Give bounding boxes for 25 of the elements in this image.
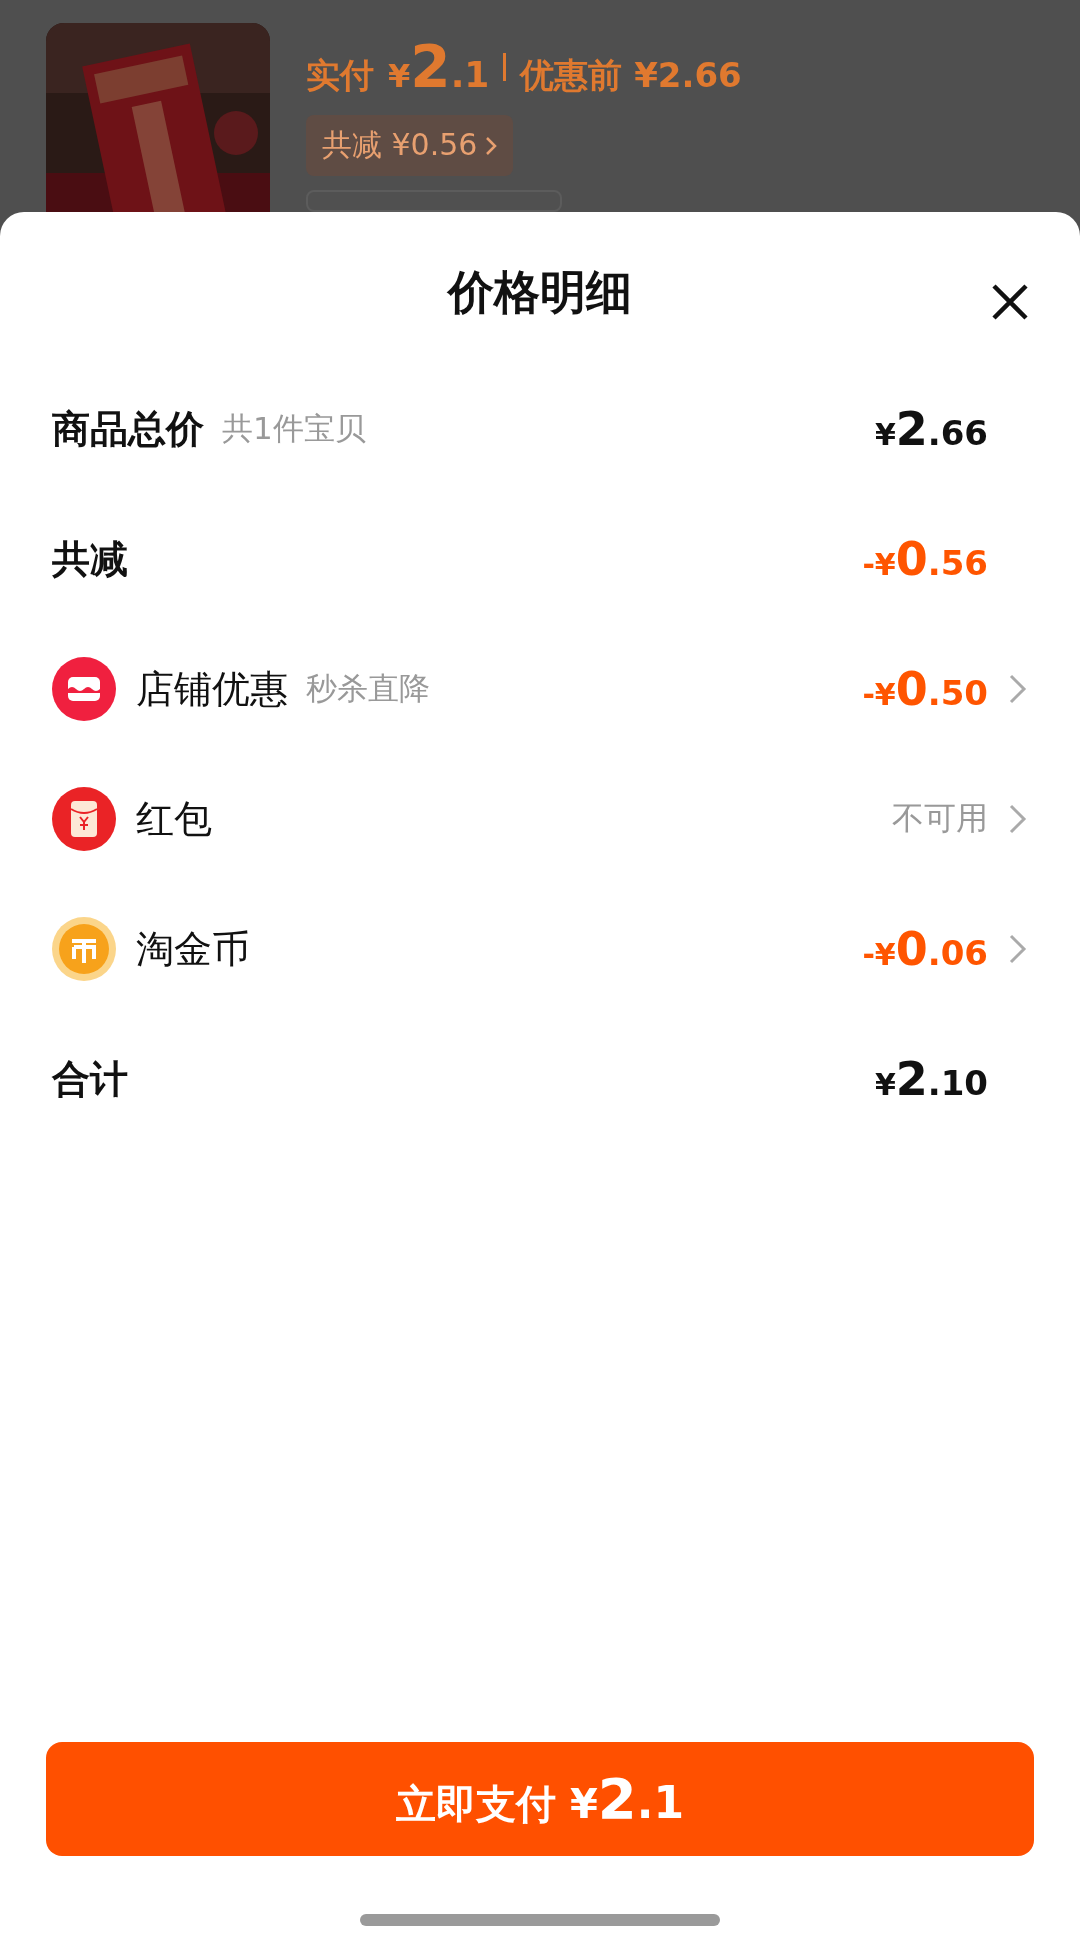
close-icon bbox=[990, 282, 1030, 322]
paid-label: 实付 bbox=[306, 54, 374, 97]
row-label: 共减 bbox=[52, 535, 128, 583]
sheet-title: 价格明细 bbox=[448, 264, 632, 320]
row-label: 合计 bbox=[52, 1055, 128, 1103]
row-amount: -¥0.06 bbox=[862, 922, 988, 976]
store-icon bbox=[52, 657, 116, 721]
original-price: 优惠前 ¥2.66 bbox=[520, 54, 742, 97]
row-label: 商品总价 bbox=[52, 405, 204, 453]
row-note: 共1件宝贝 bbox=[222, 409, 366, 448]
row-label: 淘金币 bbox=[136, 925, 250, 973]
pay-button[interactable]: 立即支付 ¥2.1 bbox=[46, 1742, 1034, 1856]
row-amount: -¥0.56 bbox=[862, 532, 988, 586]
row-amount: ¥2.10 bbox=[874, 1052, 988, 1106]
discount-chip[interactable]: 共减 ¥0.56 bbox=[306, 115, 514, 176]
envelope-icon bbox=[52, 787, 116, 851]
row-amount: 不可用 bbox=[892, 798, 988, 839]
row-amount: -¥0.50 bbox=[862, 662, 988, 716]
row-amount: ¥2.66 bbox=[874, 402, 988, 456]
coin-icon bbox=[52, 917, 116, 981]
row-label: 红包 bbox=[136, 795, 212, 843]
chevron-right-icon bbox=[485, 135, 498, 156]
row-note: 秒杀直降 bbox=[306, 669, 430, 708]
row-label: 店铺优惠 bbox=[136, 665, 288, 713]
paid-price: ¥2.1 bbox=[388, 33, 490, 101]
